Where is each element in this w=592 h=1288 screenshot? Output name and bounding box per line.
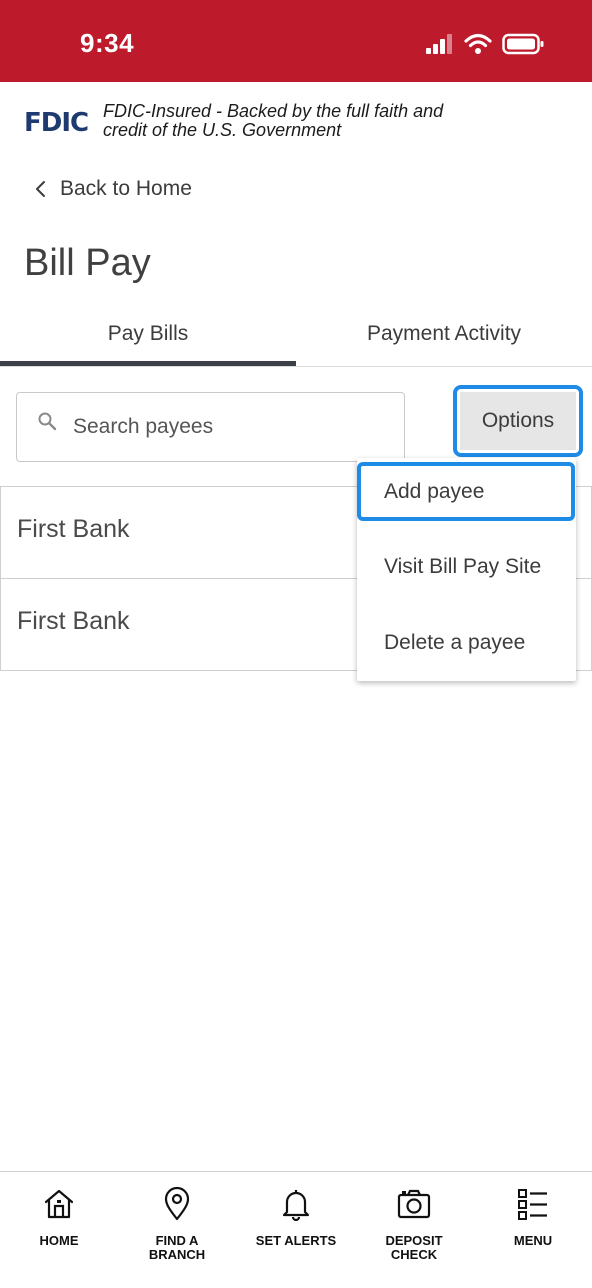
page-title: Bill Pay [24, 242, 151, 284]
nav-menu[interactable]: MENU [474, 1186, 592, 1248]
status-time: 9:34 [80, 28, 135, 58]
fdic-notice-line1: FDIC-Insured - Backed by the full faith … [103, 101, 444, 121]
nav-home[interactable]: HOME [0, 1186, 118, 1248]
camera-icon [397, 1189, 431, 1219]
menu-item-add-payee[interactable]: Add payee [357, 462, 575, 521]
back-link-label: Back to Home [60, 177, 192, 200]
fdic-logo: FDIC [24, 108, 89, 138]
menu-item-visit-bill-pay-site[interactable]: Visit Bill Pay Site [357, 537, 576, 597]
tab-bar: Pay Bills Payment Activity [0, 310, 592, 367]
wifi-icon [464, 33, 492, 54]
tab-payment-activity[interactable]: Payment Activity [296, 310, 592, 366]
menu-list-icon [518, 1189, 547, 1220]
cellular-signal-icon [426, 34, 452, 54]
fdic-notice-line2: credit of the U.S. Government [103, 120, 342, 140]
fdic-insured-text: FDIC-Insured - Backed by the full faith … [103, 102, 503, 140]
nav-set-alerts[interactable]: SET ALERTS [237, 1186, 355, 1248]
back-to-home-link[interactable]: Back to Home [30, 172, 192, 206]
search-icon [38, 412, 57, 431]
status-icons [426, 32, 544, 56]
nav-home-label: HOME [39, 1233, 79, 1248]
options-dropdown-menu: Add payee Visit Bill Pay Site Delete a p… [357, 458, 576, 681]
nav-menu-label: MENU [513, 1233, 553, 1248]
nav-deposit-check[interactable]: DEPOSIT CHECK [355, 1186, 473, 1262]
payee-name: First Bank [17, 607, 130, 635]
bottom-nav: HOME FIND A BRANCH SET ALERTS DEPOSIT CH… [0, 1171, 592, 1288]
search-box [16, 392, 405, 462]
options-button[interactable]: Options [453, 385, 583, 457]
chevron-left-icon [36, 181, 45, 197]
status-bar: 9:34 [0, 0, 592, 82]
menu-item-delete-payee[interactable]: Delete a payee [357, 613, 576, 673]
map-pin-icon [164, 1186, 190, 1221]
nav-find-branch[interactable]: FIND A BRANCH [118, 1186, 236, 1262]
tab-pay-bills[interactable]: Pay Bills [0, 310, 296, 366]
bell-icon [282, 1190, 310, 1222]
battery-icon [502, 33, 544, 55]
home-icon [44, 1189, 74, 1219]
nav-set-alerts-label: SET ALERTS [255, 1233, 337, 1248]
nav-deposit-check-label: DEPOSIT CHECK [385, 1233, 443, 1262]
fdic-notice: FDIC FDIC-Insured - Backed by the full f… [24, 102, 584, 142]
options-button-label: Options [460, 392, 576, 450]
payee-name: First Bank [17, 515, 130, 543]
nav-find-branch-label: FIND A BRANCH [148, 1233, 206, 1262]
search-payees-input[interactable] [73, 405, 393, 449]
